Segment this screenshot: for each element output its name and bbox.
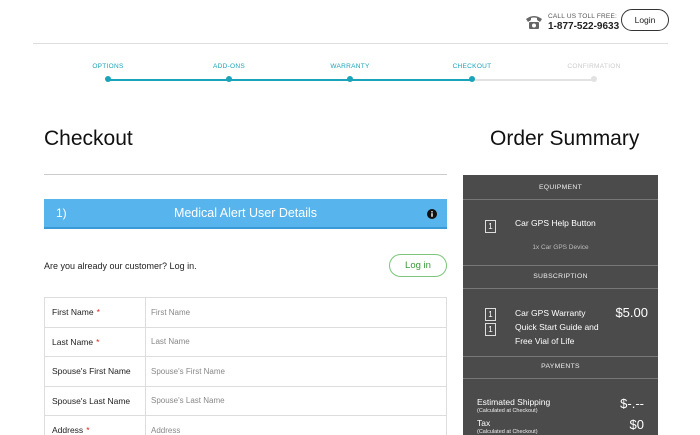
existing-customer-prompt: Are you already our customer? Log in. [44,261,197,271]
subscription-items: Car GPS Warranty Quick Start Guide and F… [515,306,599,348]
header-login-button[interactable]: Login [621,9,669,31]
phone-contact: CALL US TOLL FREE: 1-877-522-9633 [524,12,619,32]
step-label: CONFIRMATION [567,63,621,70]
summary-divider [463,288,658,289]
step-add-ons[interactable]: ADD-ONS [189,63,269,82]
progress-line-complete [108,79,472,81]
field-label: Spouse's First Name [45,357,146,386]
progress-line-remaining [472,79,594,81]
step-dot [591,76,597,82]
required-marker: * [86,425,90,435]
order-summary-title: Order Summary [490,127,640,150]
shipping-label: Estimated Shipping [477,397,551,407]
tax-label: Tax [477,418,491,428]
first-name-input[interactable] [146,298,446,327]
user-details-form: First Name * Last Name * Spouse's First … [44,297,447,435]
spouse-first-name-input[interactable] [146,357,446,386]
info-icon[interactable] [427,209,437,219]
required-marker: * [96,307,100,318]
form-row-spouse-last-name: Spouse's Last Name [45,386,446,416]
field-label-text: Spouse's First Name [52,366,131,377]
form-row-first-name: First Name * [45,298,446,328]
tax-note: (Calculated at Checkout) [477,429,538,435]
phone-icon [526,16,542,29]
step-checkout[interactable]: CHECKOUT [432,63,512,82]
equipment-item-detail: 1x Car GPS Device [532,244,589,251]
summary-divider [463,199,658,200]
shipping-note: (Calculated at Checkout) [477,408,538,414]
step-label: CHECKOUT [452,63,492,70]
subscription-line: Car GPS Warranty [515,308,586,318]
subscription-heading: SUBSCRIPTION [533,273,588,280]
form-row-address: Address * [45,416,446,435]
step-options[interactable]: OPTIONS [68,63,148,82]
order-summary-panel: EQUIPMENT 1 Car GPS Help Button 1x Car G… [463,175,658,435]
step-label: WARRANTY [330,63,370,70]
spouse-last-name-input[interactable] [146,386,446,415]
customer-login-button[interactable]: Log in [389,254,447,277]
equipment-quantity: 1 [485,220,496,233]
step-confirmation: CONFIRMATION [554,63,634,82]
payments-heading: PAYMENTS [541,363,580,370]
tax-value: $0 [629,417,644,432]
section-title: Medical Alert User Details [173,206,318,220]
step-warranty[interactable]: WARRANTY [310,63,390,82]
checkout-title: Checkout [44,127,133,150]
header-divider [33,43,668,44]
equipment-heading: EQUIPMENT [538,184,583,191]
field-label: Spouse's Last Name [45,386,146,415]
shipping-value: $-.-- [620,396,644,411]
step-dot [226,76,232,82]
subscription-line: Free Vial of Life [515,336,575,346]
required-marker: * [96,336,100,347]
step-dot [469,76,475,82]
equipment-item-name: Car GPS Help Button [515,218,596,228]
field-label: Last Name * [45,327,146,356]
step-label: OPTIONS [92,63,124,70]
field-label-text: Address [52,425,84,435]
field-label-text: Last Name [52,336,94,347]
summary-divider [463,378,658,379]
subscription-quantity: 1 [485,323,496,336]
subscription-line: Quick Start Guide and [515,322,599,332]
subscription-price: $5.00 [615,305,648,320]
address-input[interactable] [146,416,446,435]
form-row-last-name: Last Name * [45,327,446,357]
field-label: First Name * [45,298,146,327]
summary-divider [463,356,658,357]
subscription-quantity: 1 [485,308,496,321]
last-name-input[interactable] [146,327,446,356]
field-label-text: Spouse's Last Name [52,395,131,406]
field-label: Address * [45,416,146,435]
step-dot [347,76,353,82]
form-row-spouse-first-name: Spouse's First Name [45,357,446,387]
phone-number[interactable]: 1-877-522-9633 [548,22,619,32]
step-label: ADD-ONS [212,63,246,70]
field-label-text: First Name [52,307,94,318]
checkout-divider [44,174,447,175]
step-dot [105,76,111,82]
section-header-user-details[interactable]: 1) Medical Alert User Details [44,199,447,229]
summary-divider [463,265,658,266]
